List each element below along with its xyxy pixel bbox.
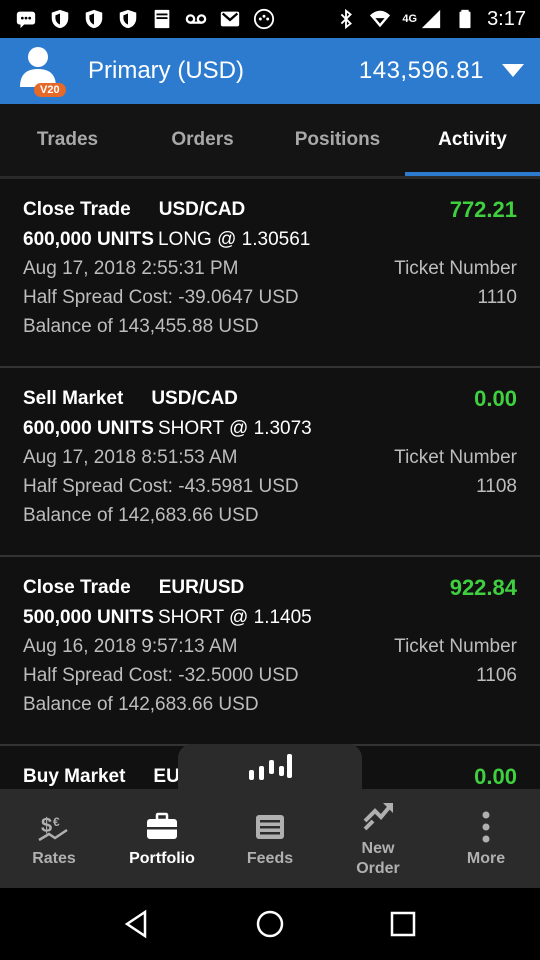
clock: 3:17 [487, 7, 526, 30]
feeds-icon [256, 814, 284, 839]
nav-more-label: More [466, 849, 506, 867]
activity-units: 600,000 UNITS [23, 418, 154, 439]
activity-datetime: Aug 17, 2018 8:51:53 AM [23, 447, 238, 468]
activity-spread: Half Spread Cost: -43.5981 USD [23, 476, 299, 497]
signal-bars-icon [249, 754, 292, 780]
briefcase-icon [147, 812, 177, 839]
activity-item[interactable]: Close Trade EUR/USD 922.84 500,000 UNITS… [0, 557, 540, 746]
account-avatar: V20 [16, 43, 74, 99]
bottom-navigation: $ € Rates Portfolio Feeds New Order More [0, 789, 540, 888]
activity-spread: Half Spread Cost: -32.5000 USD [23, 665, 299, 686]
bible-icon [150, 8, 174, 30]
shield-icon [116, 8, 140, 30]
nav-rates[interactable]: $ € Rates [0, 789, 108, 888]
activity-datetime: Aug 17, 2018 2:55:31 PM [23, 258, 239, 279]
account-type-badge: V20 [34, 83, 66, 97]
activity-amount: 922.84 [449, 575, 517, 600]
activity-side: SHORT @ 1.1405 [157, 607, 312, 628]
activity-side: LONG @ 1.30561 [157, 229, 311, 250]
activity-balance: Balance of 142,683.66 USD [23, 505, 259, 526]
recents-icon[interactable] [387, 908, 419, 940]
chart-drawer-handle[interactable] [178, 744, 362, 794]
system-navigation-bar [0, 888, 540, 960]
voicemail-icon [184, 8, 208, 30]
nav-feeds[interactable]: Feeds [216, 789, 324, 888]
svg-text:€: € [53, 815, 60, 829]
network-label: 4G [402, 13, 418, 25]
signal-icon [419, 8, 443, 30]
activity-balance: Balance of 143,455.88 USD [23, 316, 259, 337]
activity-amount: 0.00 [474, 764, 517, 789]
activity-amount: 772.21 [449, 197, 517, 222]
tab-activity[interactable]: Activity [405, 104, 540, 176]
message-icon [14, 8, 38, 30]
tab-trades[interactable]: Trades [0, 104, 135, 176]
activity-list[interactable]: Close Trade USD/CAD 772.21 600,000 UNITS… [0, 179, 540, 789]
ticket-label: Ticket Number [394, 258, 517, 279]
nav-portfolio-label: Portfolio [129, 849, 195, 867]
nav-new-order-label: New Order [356, 839, 400, 877]
shield-icon [48, 8, 72, 30]
ticket-label: Ticket Number [394, 636, 517, 657]
ticket-number: 1108 [476, 476, 517, 497]
nav-feeds-label: Feeds [246, 849, 294, 867]
shield-icon [82, 8, 106, 30]
activity-action: Close Trade [23, 577, 131, 598]
activity-action: Buy Market [23, 766, 126, 787]
ticket-label: Ticket Number [394, 447, 517, 468]
account-selector[interactable]: V20 Primary (USD) 143,596.81 [0, 38, 540, 104]
nav-new-order[interactable]: New Order [324, 789, 432, 888]
chevron-down-icon[interactable] [502, 64, 524, 78]
activity-amount: 0.00 [474, 386, 517, 411]
rates-icon: $ € [38, 815, 68, 841]
account-balance: 143,596.81 [358, 57, 484, 84]
activity-balance: Balance of 142,683.66 USD [23, 694, 259, 715]
activity-action: Close Trade [23, 199, 131, 220]
activity-item[interactable]: Sell Market USD/CAD 0.00 600,000 UNITS S… [0, 368, 540, 557]
status-bar: 4G 3:17 [0, 0, 540, 38]
account-name: Primary (USD) [88, 57, 244, 84]
portfolio-tabs: Trades Orders Positions Activity [0, 104, 540, 176]
activity-spread: Half Spread Cost: -39.0647 USD [23, 287, 299, 308]
activity-action: Sell Market [23, 388, 124, 409]
activity-units: 500,000 UNITS [23, 607, 154, 628]
nav-rates-label: Rates [32, 849, 76, 867]
activity-pair: EU [153, 766, 180, 787]
wifi-icon [368, 8, 392, 30]
new-order-icon [363, 802, 393, 830]
nav-portfolio[interactable]: Portfolio [108, 789, 216, 888]
tab-orders[interactable]: Orders [135, 104, 270, 176]
nav-more[interactable]: More [432, 789, 540, 888]
dots-icon [252, 8, 276, 30]
bluetooth-icon [334, 8, 358, 30]
activity-datetime: Aug 16, 2018 9:57:13 AM [23, 636, 238, 657]
activity-pair: USD/CAD [158, 199, 246, 220]
gmail-icon [218, 8, 242, 30]
activity-units: 600,000 UNITS [23, 229, 154, 250]
battery-icon [453, 8, 477, 30]
activity-pair: EUR/USD [158, 577, 245, 598]
activity-side: SHORT @ 1.3073 [157, 418, 312, 439]
activity-item[interactable]: Close Trade USD/CAD 772.21 600,000 UNITS… [0, 179, 540, 368]
tab-positions[interactable]: Positions [270, 104, 405, 176]
more-icon [482, 811, 490, 842]
ticket-number: 1106 [476, 665, 517, 686]
home-icon[interactable] [254, 908, 286, 940]
ticket-number: 1110 [477, 287, 517, 308]
back-icon[interactable] [121, 908, 153, 940]
activity-pair: USD/CAD [151, 388, 238, 409]
